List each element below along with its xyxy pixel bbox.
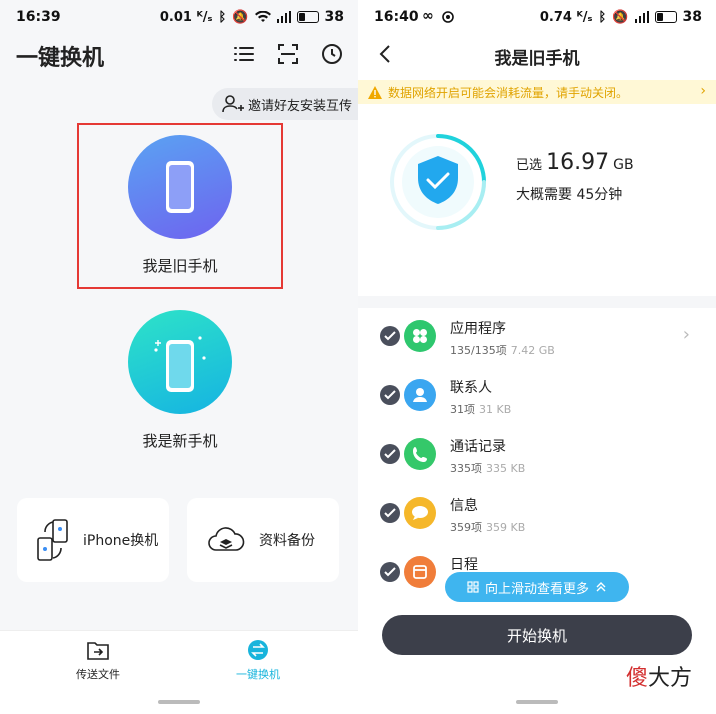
highlight-box <box>77 123 283 289</box>
add-user-icon <box>222 95 244 113</box>
signal-icon <box>276 11 291 23</box>
item-size: 7.42 GB <box>510 344 555 357</box>
selected-unit: GB <box>613 157 634 173</box>
battery-level: 38 <box>682 9 702 25</box>
page-title: 一键换机 <box>16 46 105 71</box>
tab-send-files-label: 传送文件 <box>76 668 120 681</box>
scan-icon[interactable] <box>276 42 300 66</box>
infinity-icon: ∞ <box>422 8 434 24</box>
network-speed: 0.01 ᴷ/ₛ <box>159 9 213 25</box>
status-bar: 16:40 ∞ 0.74 ᴷ/ₛ ᛒ 🔕 38 <box>358 0 716 34</box>
iphone-transfer-card[interactable]: iPhone换机 <box>17 498 169 582</box>
start-switch-button[interactable]: 开始换机 <box>382 615 692 655</box>
item-name: 日程 <box>450 557 478 573</box>
folder-transfer-icon <box>87 642 109 660</box>
list-item-contacts[interactable]: 联系人 31项 31 KB <box>358 369 716 427</box>
warning-icon <box>368 85 382 99</box>
scroll-more-button[interactable]: 向上滑动查看更多 <box>445 572 629 602</box>
invite-button[interactable]: 邀请好友安装互传 <box>212 88 358 120</box>
item-count: 135/135项 <box>450 344 507 357</box>
list-item-messages[interactable]: 信息 359项 359 KB <box>358 487 716 545</box>
iphone-transfer-label: iPhone换机 <box>83 533 159 549</box>
bluetooth-icon: ᛒ <box>218 9 227 25</box>
iphone-transfer-icon <box>37 519 68 561</box>
chevron-right-icon: › <box>700 83 706 99</box>
item-size: 359 KB <box>486 521 526 534</box>
item-size: 335 KB <box>486 462 526 475</box>
right-screen: 16:40 ∞ 0.74 ᴷ/ₛ ᛒ 🔕 38 我是旧手机 数据网络开启可能会消… <box>358 0 716 714</box>
selected-size: 16.97 <box>546 150 610 175</box>
estimated-duration: 大概需要 45分钟 <box>516 187 623 203</box>
tab-send-files[interactable]: 传送文件 <box>53 639 143 682</box>
status-time: 16:40 <box>374 9 419 25</box>
battery-icon <box>296 11 319 23</box>
history-icon[interactable] <box>320 42 344 66</box>
signal-icon <box>634 11 649 23</box>
home-indicator[interactable] <box>516 700 558 704</box>
section-divider <box>358 296 716 308</box>
new-phone-label: 我是新手机 <box>142 432 218 450</box>
backup-label: 资料备份 <box>259 533 315 549</box>
battery-level: 38 <box>324 9 344 25</box>
item-count: 31项 <box>450 403 475 416</box>
selected-prefix: 已选 <box>516 158 543 173</box>
tab-one-click-switch-label: 一键换机 <box>236 668 280 681</box>
checkbox-checked-icon[interactable] <box>380 562 400 582</box>
double-chevron-up-icon <box>596 582 606 592</box>
bluetooth-icon: ᛒ <box>598 9 607 25</box>
battery-icon <box>654 11 677 23</box>
new-phone-icon <box>128 310 232 414</box>
status-time: 16:39 <box>16 9 61 25</box>
checkbox-checked-icon[interactable] <box>380 326 400 346</box>
left-screen: 16:39 0.01 ᴷ/ₛ ᛒ 🔕 38 一键换机 邀请好友安装互传 我是旧手… <box>0 0 358 714</box>
contact-icon <box>404 379 436 411</box>
checkbox-checked-icon[interactable] <box>380 503 400 523</box>
home-indicator[interactable] <box>158 700 200 704</box>
item-name: 信息 <box>450 498 478 514</box>
item-name: 联系人 <box>450 380 492 396</box>
checkbox-checked-icon[interactable] <box>380 385 400 405</box>
grid-icon <box>467 581 479 593</box>
warning-text: 数据网络开启可能会消耗流量，请手动关闭。 <box>388 85 629 100</box>
item-name: 应用程序 <box>450 321 506 337</box>
selected-summary: 已选 16.97 GB <box>516 150 634 175</box>
list-item-apps[interactable]: 应用程序 135/135项 7.42 GB › <box>358 310 716 368</box>
item-size: 31 KB <box>479 403 512 416</box>
swap-icon <box>248 640 268 660</box>
list-item-call-log[interactable]: 通话记录 335项 335 KB <box>358 428 716 486</box>
page-title: 我是旧手机 <box>494 49 580 69</box>
network-speed: 0.74 ᴷ/ₛ <box>539 9 593 25</box>
item-count: 335项 <box>450 462 482 475</box>
chevron-right-icon: › <box>682 324 690 345</box>
apps-icon <box>404 320 436 352</box>
watermark: 傻大方 <box>626 666 693 691</box>
checkbox-checked-icon[interactable] <box>380 444 400 464</box>
cloud-backup-icon <box>208 527 245 551</box>
status-bar: 16:39 0.01 ᴷ/ₛ ᛒ 🔕 38 <box>0 0 358 34</box>
phone-icon <box>404 438 436 470</box>
calendar-icon <box>404 556 436 588</box>
scroll-more-label: 向上滑动查看更多 <box>484 581 589 597</box>
mute-icon: 🔕 <box>232 9 249 25</box>
item-count: 359项 <box>450 521 482 534</box>
mute-icon: 🔕 <box>612 9 629 25</box>
item-name: 通话记录 <box>450 439 506 455</box>
message-icon <box>404 497 436 529</box>
invite-label: 邀请好友安装互传 <box>248 98 353 114</box>
hotspot-icon <box>442 11 454 23</box>
wifi-icon <box>254 11 271 22</box>
list-icon[interactable] <box>232 42 256 66</box>
backup-card[interactable]: 资料备份 <box>187 498 339 582</box>
data-warning-banner[interactable]: 数据网络开启可能会消耗流量，请手动关闭。 › <box>358 80 716 104</box>
new-phone-option[interactable]: 我是新手机 <box>76 310 284 451</box>
shield-progress-icon <box>388 132 488 232</box>
tab-one-click-switch[interactable]: 一键换机 <box>213 639 303 682</box>
